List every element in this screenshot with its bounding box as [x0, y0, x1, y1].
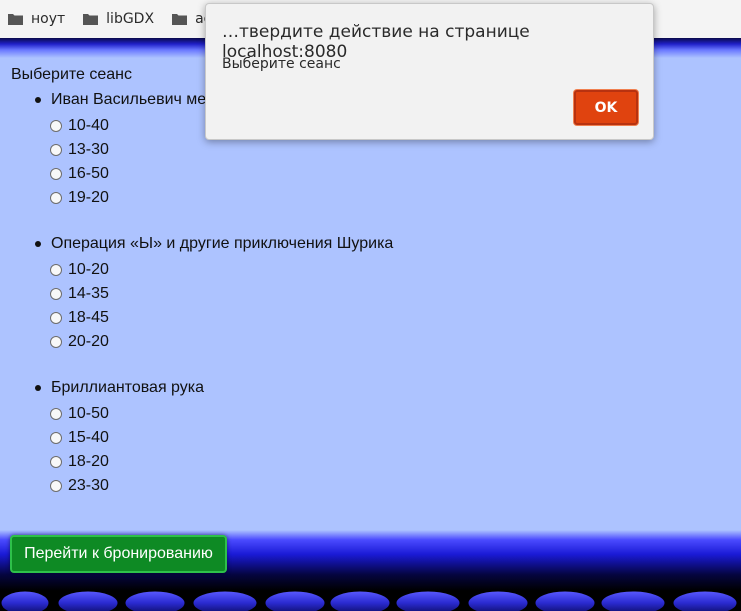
session-time: 18-20	[68, 453, 109, 470]
bullet-icon	[35, 385, 41, 391]
radio-button[interactable]	[50, 120, 62, 132]
session-time: 15-40	[68, 429, 109, 446]
session-option[interactable]: 13-30	[50, 138, 206, 162]
movie-title: Бриллиантовая рука	[51, 379, 205, 396]
movie-item: Иван Васильевич ме 10-40 13-30 16-50 19-…	[35, 91, 206, 210]
session-time: 10-50	[68, 405, 109, 422]
ok-button[interactable]: OK	[574, 90, 638, 125]
dialog-message: Выберите сеанс	[222, 56, 341, 72]
session-time: 20-20	[68, 333, 109, 350]
session-option[interactable]: 19-20	[50, 186, 206, 210]
radio-button[interactable]	[50, 480, 62, 492]
movie-item: Операция «Ы» и другие приключения Шурика…	[35, 235, 393, 354]
session-time: 23-30	[68, 477, 109, 494]
session-time: 18-45	[68, 309, 109, 326]
session-time: 10-40	[68, 117, 109, 134]
folder-icon	[8, 13, 23, 25]
session-time: 16-50	[68, 165, 109, 182]
radio-button[interactable]	[50, 408, 62, 420]
session-option[interactable]: 10-50	[50, 402, 204, 426]
session-option[interactable]: 15-40	[50, 426, 204, 450]
radio-button[interactable]	[50, 264, 62, 276]
bookmark-folder-2[interactable]: libGDX	[83, 11, 154, 27]
cinema-seats-decoration	[0, 590, 738, 611]
bookmark-label: libGDX	[106, 11, 155, 27]
session-time: 19-20	[68, 189, 109, 206]
radio-button[interactable]	[50, 432, 62, 444]
folder-icon	[83, 13, 99, 25]
session-option[interactable]: 18-20	[50, 450, 204, 474]
movie-title: Иван Васильевич ме	[51, 91, 207, 108]
bookmark-label: ноут	[31, 11, 66, 27]
radio-button[interactable]	[50, 288, 62, 300]
session-option[interactable]: 23-30	[50, 474, 204, 498]
session-option[interactable]: 10-40	[50, 114, 206, 138]
session-time: 14-35	[68, 285, 109, 302]
radio-button[interactable]	[50, 168, 62, 180]
movie-title: Операция «Ы» и другие приключения Шурика	[51, 235, 394, 252]
page-prompt: Выберите сеанс	[11, 66, 133, 83]
session-option[interactable]: 16-50	[50, 162, 206, 186]
folder-icon	[172, 13, 188, 25]
radio-button[interactable]	[50, 336, 62, 348]
confirm-dialog: …твердите действие на странице localhost…	[205, 3, 654, 140]
radio-button[interactable]	[50, 456, 62, 468]
session-option[interactable]: 10-20	[50, 258, 393, 282]
bullet-icon	[35, 97, 41, 103]
radio-button[interactable]	[50, 144, 62, 156]
radio-button[interactable]	[50, 312, 62, 324]
session-option[interactable]: 18-45	[50, 306, 393, 330]
session-time: 10-20	[68, 261, 109, 278]
session-time: 13-30	[68, 141, 109, 158]
go-to-booking-button[interactable]: Перейти к бронированию	[10, 535, 227, 573]
radio-button[interactable]	[50, 192, 62, 204]
session-option[interactable]: 20-20	[50, 330, 393, 354]
movie-item: Бриллиантовая рука 10-50 15-40 18-20 23-…	[35, 379, 204, 498]
bookmark-folder-1[interactable]: ноут	[8, 11, 65, 27]
session-option[interactable]: 14-35	[50, 282, 393, 306]
bullet-icon	[35, 241, 41, 247]
